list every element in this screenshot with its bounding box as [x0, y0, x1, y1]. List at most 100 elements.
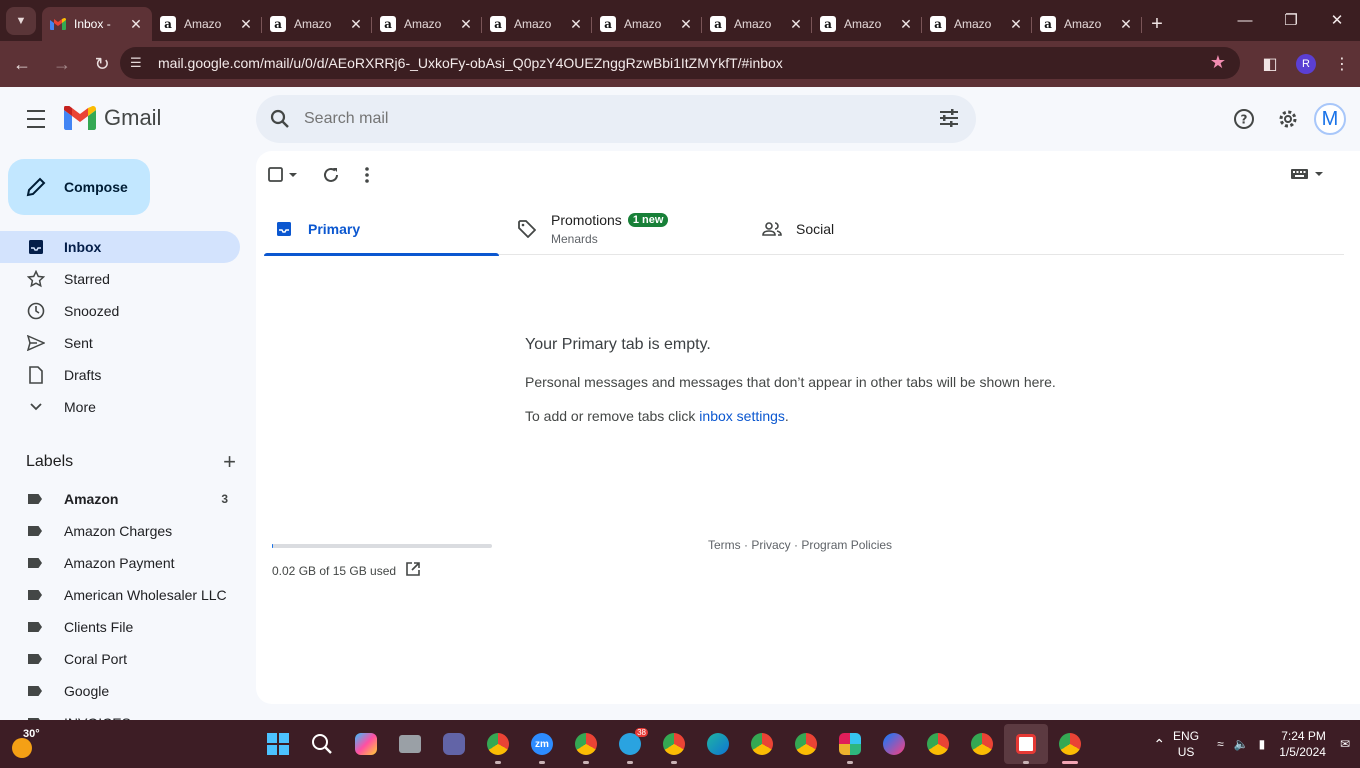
chrome-app-2[interactable] [564, 724, 608, 764]
open-external-icon[interactable] [406, 562, 420, 579]
browser-tab-amazon[interactable]: a Amazo ✕ [592, 7, 702, 41]
close-tab-icon[interactable]: ✕ [348, 16, 364, 33]
close-tab-icon[interactable]: ✕ [458, 16, 474, 33]
chrome-app-6[interactable] [916, 724, 960, 764]
chrome-app-5[interactable] [784, 724, 828, 764]
wifi-icon[interactable]: ≈ [1217, 737, 1224, 751]
label-name: Amazon [64, 491, 119, 507]
browser-tab-amazon[interactable]: a Amazo ✕ [482, 7, 592, 41]
browser-tab-amazon[interactable]: a Amazo ✕ [922, 7, 1032, 41]
help-icon[interactable]: ? [1222, 103, 1266, 135]
volume-icon[interactable]: 🔈 [1234, 737, 1249, 751]
snipping-tool-app[interactable] [1004, 724, 1048, 764]
search-options-icon[interactable] [938, 107, 960, 134]
nav-item-more[interactable]: More [0, 391, 240, 423]
start-button[interactable] [256, 724, 300, 764]
chrome-app-active[interactable] [1048, 724, 1092, 764]
minimize-button[interactable]: — [1222, 0, 1268, 40]
label-item[interactable]: Google [0, 675, 240, 707]
copilot-app[interactable] [344, 724, 388, 764]
browser-tab-amazon[interactable]: a Amazo ✕ [372, 7, 482, 41]
label-item[interactable]: Amazon Charges [0, 515, 240, 547]
program-policies-link[interactable]: Program Policies [801, 538, 892, 552]
show-hidden-icons-chevron-icon[interactable]: ⌃ [1153, 736, 1165, 753]
terms-link[interactable]: Terms [708, 538, 741, 552]
close-tab-icon[interactable]: ✕ [128, 16, 144, 33]
close-tab-icon[interactable]: ✕ [1118, 16, 1134, 33]
notifications-icon[interactable]: ✉ [1340, 737, 1350, 751]
chrome-app-1[interactable] [476, 724, 520, 764]
battery-icon[interactable]: ▮ [1259, 737, 1266, 751]
address-bar[interactable]: ☰ mail.google.com/mail/u/0/d/AEoRXRRj6-_… [120, 47, 1240, 79]
browser-menu-icon[interactable]: ⋮ [1324, 54, 1360, 74]
select-all-checkbox[interactable] [268, 161, 298, 189]
browser-profile-avatar[interactable]: R [1296, 54, 1316, 74]
reload-button[interactable]: ↻ [84, 46, 120, 82]
nav-item-snoozed[interactable]: Snoozed [0, 295, 240, 327]
edge-icon [707, 733, 729, 755]
search-input[interactable] [304, 110, 904, 128]
side-panel-icon[interactable]: ◧ [1252, 54, 1288, 74]
close-tab-icon[interactable]: ✕ [788, 16, 804, 33]
taskbar-search-button[interactable] [300, 724, 344, 764]
tab-promotions-label: Promotions [551, 212, 622, 228]
nav-item-starred[interactable]: Starred [0, 263, 240, 295]
close-tab-icon[interactable]: ✕ [568, 16, 584, 33]
task-view-app[interactable] [388, 724, 432, 764]
tab-social[interactable]: Social [752, 203, 987, 255]
privacy-link[interactable]: Privacy [751, 538, 790, 552]
label-item[interactable]: Amazon 3 [0, 483, 240, 515]
nav-item-inbox[interactable]: Inbox [0, 231, 240, 263]
site-info-icon[interactable]: ☰ [130, 55, 152, 71]
label-item[interactable]: Amazon Payment [0, 547, 240, 579]
slack-app[interactable] [828, 724, 872, 764]
refresh-icon[interactable] [322, 161, 340, 189]
label-item[interactable]: Coral Port [0, 643, 240, 675]
main-menu-icon[interactable] [22, 107, 50, 131]
close-window-button[interactable]: ✕ [1314, 0, 1360, 40]
label-item[interactable]: American Wholesaler LLC [0, 579, 240, 611]
browser-tab-amazon[interactable]: a Amazo ✕ [262, 7, 372, 41]
browser-tab-amazon[interactable]: a Amazo ✕ [702, 7, 812, 41]
close-tab-icon[interactable]: ✕ [1008, 16, 1024, 33]
close-tab-icon[interactable]: ✕ [898, 16, 914, 33]
nav-item-drafts[interactable]: Drafts [0, 359, 240, 391]
new-tab-button[interactable]: + [1142, 7, 1172, 41]
weather-widget[interactable]: 30° [10, 728, 42, 760]
label-item[interactable]: Clients File [0, 611, 240, 643]
close-tab-icon[interactable]: ✕ [238, 16, 254, 33]
chrome-app-4[interactable] [740, 724, 784, 764]
account-avatar[interactable]: M [1314, 103, 1346, 135]
search-icon[interactable] [256, 109, 304, 129]
clock[interactable]: 7:24 PM 1/5/2024 [1279, 728, 1326, 760]
chrome-app-7[interactable] [960, 724, 1004, 764]
zoom-app[interactable]: zm [520, 724, 564, 764]
tab-search-button[interactable]: ▼ [6, 7, 36, 35]
more-options-icon[interactable] [364, 161, 370, 189]
input-language[interactable]: ENG US [1173, 728, 1199, 760]
browser-tab-gmail[interactable]: Inbox - ✕ [42, 7, 152, 41]
settings-gear-icon[interactable] [1266, 103, 1310, 135]
gmail-m-icon [64, 106, 96, 130]
teams-app[interactable] [432, 724, 476, 764]
back-button[interactable]: ← [4, 46, 40, 82]
chrome-app-3[interactable] [652, 724, 696, 764]
bookmark-star-icon[interactable]: ★ [1210, 52, 1226, 73]
browser-tab-amazon[interactable]: a Amazo ✕ [152, 7, 262, 41]
tab-primary[interactable]: Primary [264, 203, 499, 256]
compose-button[interactable]: Compose [8, 159, 150, 215]
nav-item-sent[interactable]: Sent [0, 327, 240, 359]
messenger-app[interactable] [872, 724, 916, 764]
tab-promotions[interactable]: Promotions 1 new Menards [499, 203, 752, 255]
add-label-icon[interactable]: + [223, 449, 236, 475]
close-tab-icon[interactable]: ✕ [678, 16, 694, 33]
browser-tab-amazon[interactable]: a Amazo ✕ [812, 7, 922, 41]
browser-tab-amazon[interactable]: a Amazo ✕ [1032, 7, 1142, 41]
gmail-logo[interactable]: Gmail [64, 105, 161, 131]
inbox-settings-link[interactable]: inbox settings [699, 408, 785, 424]
telegram-app[interactable]: 38 [608, 724, 652, 764]
edge-app[interactable] [696, 724, 740, 764]
input-tools-keyboard-icon[interactable] [1290, 167, 1324, 181]
restore-button[interactable]: ❐ [1268, 0, 1314, 40]
forward-button[interactable]: → [44, 46, 80, 82]
